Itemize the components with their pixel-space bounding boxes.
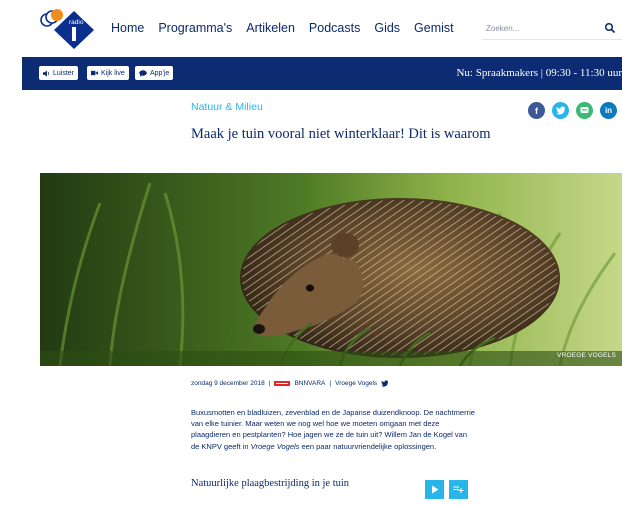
camera-icon [91, 70, 98, 76]
add-to-playlist-icon [453, 486, 464, 493]
program-link[interactable]: Vroege Vogels [335, 380, 377, 387]
whatsapp-share-icon[interactable] [576, 102, 593, 119]
play-icon [431, 485, 438, 494]
hedgehog-photo [40, 173, 622, 366]
article-category[interactable]: Natuur & Milieu [191, 101, 263, 113]
article-meta: zondag 9 december 2018 | BNNVARA | Vroeg… [191, 380, 389, 387]
now-playing-text[interactable]: Nu: Spraakmakers | 09:30 - 11:30 uur [456, 67, 622, 79]
top-navigation: radio Home Programma's Artikelen Podcast… [0, 0, 622, 58]
nav-home[interactable]: Home [111, 21, 144, 35]
add-to-queue-button[interactable] [449, 480, 468, 499]
nav-podcasts[interactable]: Podcasts [309, 21, 360, 35]
nav-programmas[interactable]: Programma's [158, 21, 232, 35]
twitter-icon[interactable] [381, 380, 389, 387]
npo-radio-1-logo[interactable]: radio [38, 9, 96, 51]
nav-artikelen[interactable]: Artikelen [246, 21, 295, 35]
listen-button[interactable]: Luister [39, 66, 79, 80]
speaker-icon [43, 69, 50, 77]
logo-radio-text: radio [69, 19, 84, 26]
linkedin-share-icon[interactable]: in [600, 102, 617, 119]
app-button[interactable]: App'je [135, 66, 174, 80]
article-title: Maak je tuin vooral niet winterklaar! Di… [191, 126, 491, 142]
twitter-share-icon[interactable] [552, 102, 569, 119]
nav-gemist[interactable]: Gemist [414, 21, 454, 35]
chat-icon [139, 69, 147, 77]
listen-label: Luister [53, 69, 75, 77]
search-input[interactable] [482, 18, 592, 39]
facebook-glyph: f [535, 105, 538, 116]
app-label: App'je [150, 69, 170, 77]
search-box [482, 18, 622, 40]
article-date: zondag 9 december 2018 [191, 380, 265, 387]
main-menu: Home Programma's Artikelen Podcasts Gids… [111, 21, 468, 35]
article-lead: Buxusmotten en bladluizen, zevenblad en … [191, 407, 476, 452]
live-bar: Luister Kijk live App'je Nu: Spraakmaker… [22, 57, 622, 90]
lead-program-italic: Vroege Vogels [250, 441, 300, 451]
facebook-share-icon[interactable]: f [528, 102, 545, 119]
bnnvara-logo [274, 381, 291, 386]
meta-separator: | [268, 380, 271, 387]
hero-image: VROEGE VOGELS [40, 173, 622, 366]
meta-separator-2: | [329, 380, 332, 387]
lead-text-2: een paar natuurvriendelijke oplossingen. [299, 441, 437, 451]
twitter-bird-icon [555, 106, 565, 115]
watch-live-label: Kijk live [101, 69, 125, 77]
nav-gids[interactable]: Gids [374, 21, 400, 35]
linkedin-glyph: in [604, 106, 613, 115]
chat-bubble-icon [580, 107, 589, 113]
search-icon[interactable] [604, 22, 616, 34]
watch-live-button[interactable]: Kijk live [87, 66, 129, 80]
broadcaster-link[interactable]: BNNVARA [294, 380, 325, 387]
play-button[interactable] [425, 480, 444, 499]
image-credit: VROEGE VOGELS [557, 352, 616, 359]
section-heading: Natuurlijke plaagbestrijding in je tuin [191, 478, 350, 489]
